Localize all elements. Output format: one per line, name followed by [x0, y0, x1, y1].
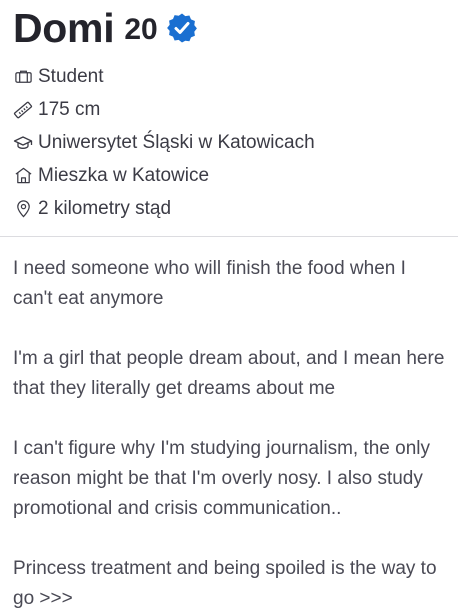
location-pin-icon — [13, 199, 33, 219]
detail-distance: 2 kilometry stąd — [13, 192, 458, 225]
profile-bio: I need someone who will finish the food … — [0, 237, 458, 614]
detail-residence: Mieszka w Katowice — [13, 159, 458, 192]
detail-text: 175 cm — [38, 98, 101, 120]
bio-paragraph: I'm a girl that people dream about, and … — [13, 348, 445, 399]
profile-age: 20 — [124, 13, 158, 46]
profile-header: Domi 20 — [0, 0, 458, 50]
detail-text: Uniwersytet Śląski w Katowicach — [38, 131, 315, 153]
detail-text: Student — [38, 65, 104, 87]
detail-education: Uniwersytet Śląski w Katowicach — [13, 126, 458, 159]
profile-name: Domi — [13, 5, 115, 51]
graduation-cap-icon — [13, 133, 33, 153]
ruler-icon — [13, 100, 33, 120]
detail-text: Mieszka w Katowice — [38, 164, 210, 186]
detail-occupation: Student — [13, 60, 458, 93]
home-icon — [13, 166, 33, 186]
profile-details: Student 175 cm Uniwersytet Śląski w Kato… — [0, 60, 458, 225]
detail-text: 2 kilometry stąd — [38, 197, 172, 219]
verified-badge-icon — [166, 12, 198, 44]
bio-paragraph: I need someone who will finish the food … — [13, 258, 406, 309]
detail-height: 175 cm — [13, 93, 458, 126]
bio-paragraph: I can't figure why I'm studying journali… — [13, 438, 430, 519]
bio-paragraph: Princess treatment and being spoiled is … — [13, 558, 437, 609]
profile-card: Domi 20 Student 175 cm Uniwersytet Śląsk… — [0, 0, 458, 615]
briefcase-icon — [13, 67, 33, 87]
